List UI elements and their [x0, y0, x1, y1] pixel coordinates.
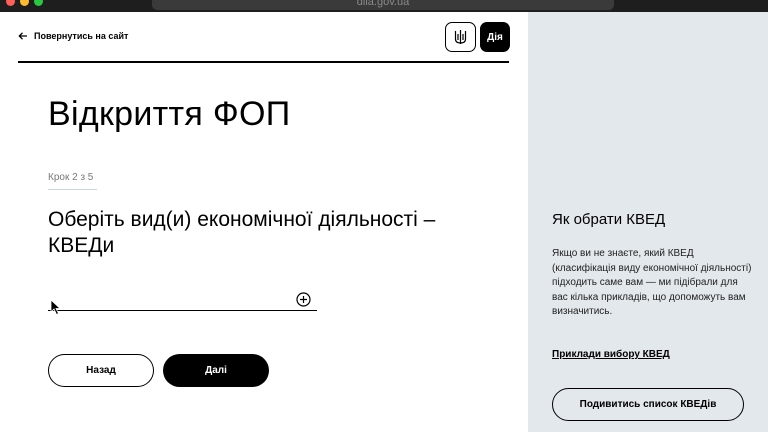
browser-toolbar: diia.gov.ua: [0, 0, 768, 12]
kved-examples-link[interactable]: Приклади вибору КВЕД: [552, 349, 670, 360]
kved-input[interactable]: [48, 296, 317, 311]
kved-question: Оберіть вид(и) економічної діяльності – …: [48, 208, 436, 257]
sidebar-description: Якщо ви не знаєте, який КВЕД (класифікац…: [552, 248, 752, 317]
diia-logo[interactable]: Дія: [480, 22, 510, 52]
sidebar-title: Як обрати КВЕД: [552, 211, 666, 228]
close-window-icon[interactable]: [6, 0, 15, 6]
step-progress-line: [48, 189, 97, 190]
main-content: Повернутись на сайт Дія Відкриття ФОП Кр…: [0, 12, 528, 432]
address-bar[interactable]: diia.gov.ua: [152, 0, 614, 10]
view-kved-list-button[interactable]: Подивитись список КВЕДів: [552, 388, 744, 421]
back-to-site-label: Повернутись на сайт: [34, 31, 129, 41]
trident-icon: [454, 29, 467, 44]
help-sidebar: Як обрати КВЕД Якщо ви не знаєте, який К…: [528, 12, 768, 432]
next-button[interactable]: Далі: [163, 354, 269, 387]
page-title: Відкриття ФОП: [48, 95, 291, 133]
step-indicator: Крок 2 з 5: [48, 172, 94, 183]
arrow-left-icon: [18, 32, 27, 40]
minimize-window-icon[interactable]: [20, 0, 29, 6]
tryzub-logo[interactable]: [445, 22, 476, 52]
header-divider: [18, 61, 509, 63]
maximize-window-icon[interactable]: [34, 0, 43, 6]
back-button[interactable]: Назад: [48, 354, 154, 387]
mouse-pointer-icon: [50, 299, 62, 316]
back-to-site-link[interactable]: Повернутись на сайт: [18, 31, 128, 41]
add-kved-icon[interactable]: [296, 292, 311, 307]
